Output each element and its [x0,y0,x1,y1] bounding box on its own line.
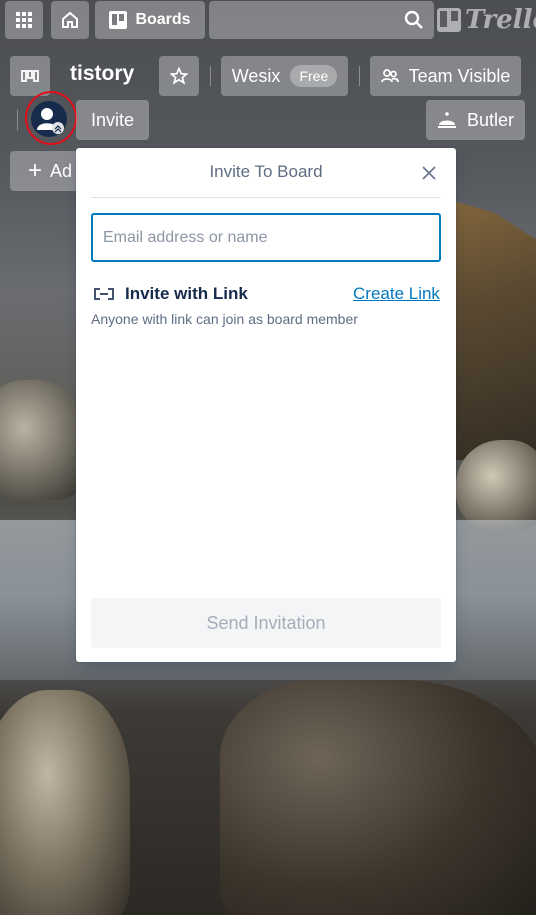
header-divider [210,66,211,86]
header-divider [17,110,18,130]
background-rock [0,690,130,915]
add-list-label: Ad [50,160,73,181]
star-icon [170,67,188,85]
create-link[interactable]: Create Link [353,284,440,304]
link-icon [94,288,114,300]
background-rock [456,440,536,530]
visibility-label: Team Visible [408,65,511,86]
butler-button[interactable]: Butler [426,100,525,140]
invite-link-row: Invite with Link [93,284,248,304]
home-button[interactable] [51,1,89,39]
boards-label: Boards [135,11,191,28]
popover-divider [91,197,441,198]
background-rock [220,680,536,915]
butler-label: Butler [466,109,515,130]
top-navigation-bar: Boards Trello [0,0,536,40]
plus-icon: + [28,157,43,184]
board-switcher-icon [21,70,39,82]
annotation-circle [25,91,77,145]
trello-logo-text: Trello [465,5,536,35]
send-invitation-button[interactable]: Send Invitation [91,598,441,648]
apps-button[interactable] [5,1,43,39]
invite-link-title: Invite with Link [125,284,248,303]
board-switcher-button[interactable] [10,56,50,96]
butler-bell-icon [437,112,456,128]
team-name: Wesix [231,65,281,86]
board-title[interactable]: tistory [70,62,134,86]
close-icon [422,166,436,180]
invite-popover: Invite To Board Invite with Link Create … [76,148,456,662]
boards-icon [109,11,128,29]
popover-title: Invite To Board [209,162,323,181]
team-visibility-icon [380,69,399,83]
trello-logo-icon [437,8,461,32]
team-plan-badge: Free [290,65,338,87]
search-bar[interactable] [209,1,434,39]
visibility-button[interactable]: Team Visible [370,56,521,96]
invite-link-description: Anyone with link can join as board membe… [91,311,358,327]
email-input[interactable] [91,213,441,262]
invite-label: Invite [90,109,135,130]
team-button[interactable]: Wesix Free [221,56,348,96]
close-button[interactable] [416,160,442,186]
boards-button[interactable]: Boards [95,1,205,39]
trello-logo[interactable]: Trello [437,4,536,36]
star-board-button[interactable] [159,56,199,96]
invite-button[interactable]: Invite [76,100,149,140]
member-avatar-wrapper[interactable] [25,91,77,145]
header-divider [359,66,360,86]
home-icon [62,11,78,28]
apps-grid-icon [16,12,32,28]
search-icon [404,10,423,29]
